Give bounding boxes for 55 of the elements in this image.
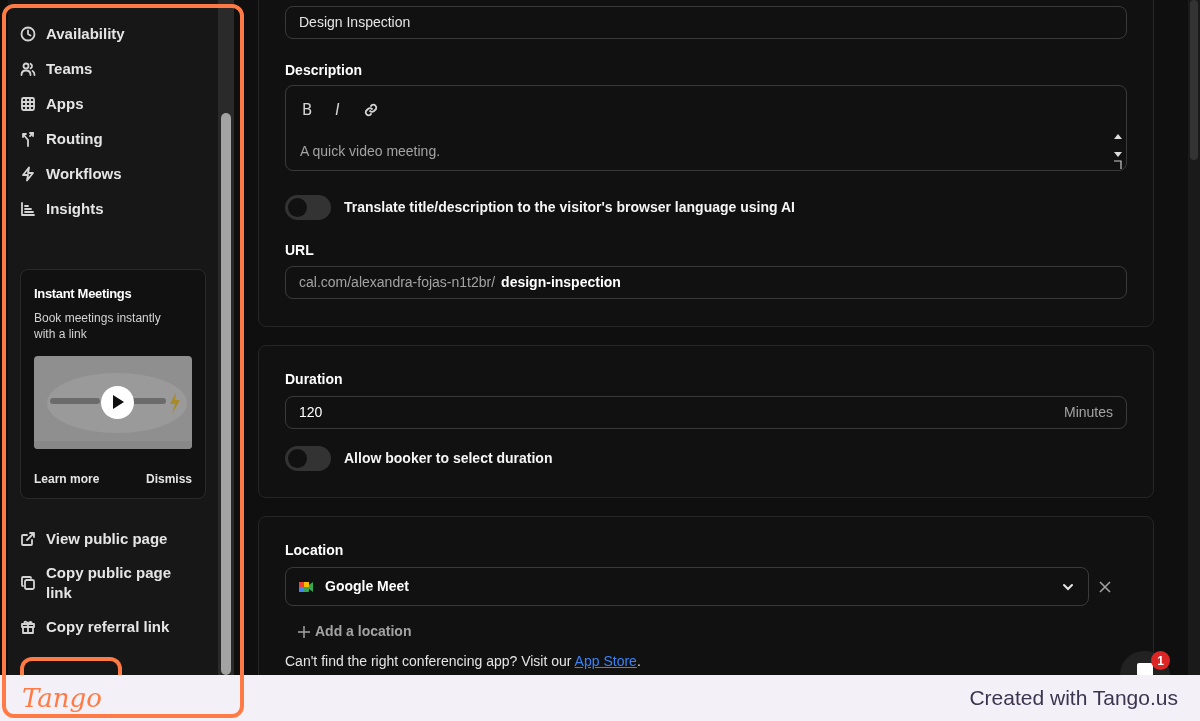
split-icon — [20, 131, 36, 147]
sidebar-item[interactable]: Workflows — [20, 164, 185, 184]
sidebar-item[interactable]: Copy referral link — [20, 616, 185, 637]
url-field[interactable]: cal.com/alexandra-fojas-n1t2br/ design-inspection — [285, 266, 1127, 299]
promo-text: Book meetings instantly with a link — [34, 309, 162, 342]
chart-icon — [20, 201, 36, 217]
sidebar-item[interactable]: Availability — [20, 24, 185, 44]
toggle-label: Translate title/description to the visitor's browser language using AI — [344, 198, 795, 217]
toggle-switch[interactable] — [285, 195, 331, 220]
field-label: Duration — [285, 370, 344, 389]
duration-value: 120 — [299, 403, 323, 422]
play-icon — [110, 394, 125, 410]
scrollbar[interactable] — [218, 0, 234, 675]
title-field[interactable]: Design Inspection — [285, 6, 1127, 39]
duration-field[interactable]: 120 Minutes — [285, 396, 1127, 429]
bolt-icon — [20, 166, 36, 182]
field-label: Description — [285, 61, 363, 80]
sidebar-item[interactable]: Apps — [20, 94, 185, 114]
sidebar-item[interactable]: Teams — [20, 59, 185, 79]
italic-button[interactable]: I — [335, 99, 340, 122]
sidebar-item[interactable]: Insights — [20, 199, 185, 219]
close-icon[interactable] — [1099, 580, 1111, 593]
toggle-switch[interactable] — [285, 446, 331, 471]
chat-icon — [1137, 663, 1153, 675]
field-label: URL — [285, 241, 315, 260]
promo-title: Instant Meetings — [34, 285, 133, 303]
footer-text: Created with Tango.us — [969, 685, 1178, 712]
bold-button[interactable]: B — [302, 99, 313, 122]
promo-link[interactable]: Learn more — [34, 469, 100, 488]
description-text: A quick video meeting. — [300, 142, 441, 159]
add-location-button[interactable]: Add a location — [298, 621, 412, 642]
grid-icon — [20, 96, 36, 112]
url-prefix: cal.com/alexandra-fojas-n1t2br/ — [299, 273, 496, 292]
url-slug: design-inspection — [501, 273, 621, 292]
video-camera-icon — [299, 580, 313, 593]
sidebar-item[interactable]: Copy public page link — [20, 562, 185, 603]
duration-unit: Minutes — [1063, 403, 1113, 422]
footer-logo: Tango — [22, 681, 102, 715]
location-select[interactable]: Google Meet — [285, 567, 1089, 606]
field-label: Location — [285, 541, 345, 560]
plus-icon — [298, 625, 310, 638]
gift-icon — [20, 618, 36, 635]
page-scrollbar[interactable] — [1188, 0, 1200, 675]
copy-icon — [20, 574, 36, 591]
clock-icon — [20, 26, 36, 42]
description-editor[interactable]: B I A quick video meeting. — [285, 85, 1127, 171]
link-icon[interactable] — [362, 102, 379, 119]
external-link-icon — [20, 530, 36, 547]
app-store-link[interactable]: App Store — [574, 653, 637, 669]
promo-link[interactable]: Dismiss — [145, 469, 192, 488]
sidebar-item[interactable]: Routing — [20, 129, 185, 149]
toggle-label: Allow booker to select duration — [344, 449, 553, 468]
users-icon — [20, 61, 36, 77]
sidebar-item[interactable]: View public page — [20, 528, 185, 549]
location-value: Google Meet — [325, 577, 410, 596]
